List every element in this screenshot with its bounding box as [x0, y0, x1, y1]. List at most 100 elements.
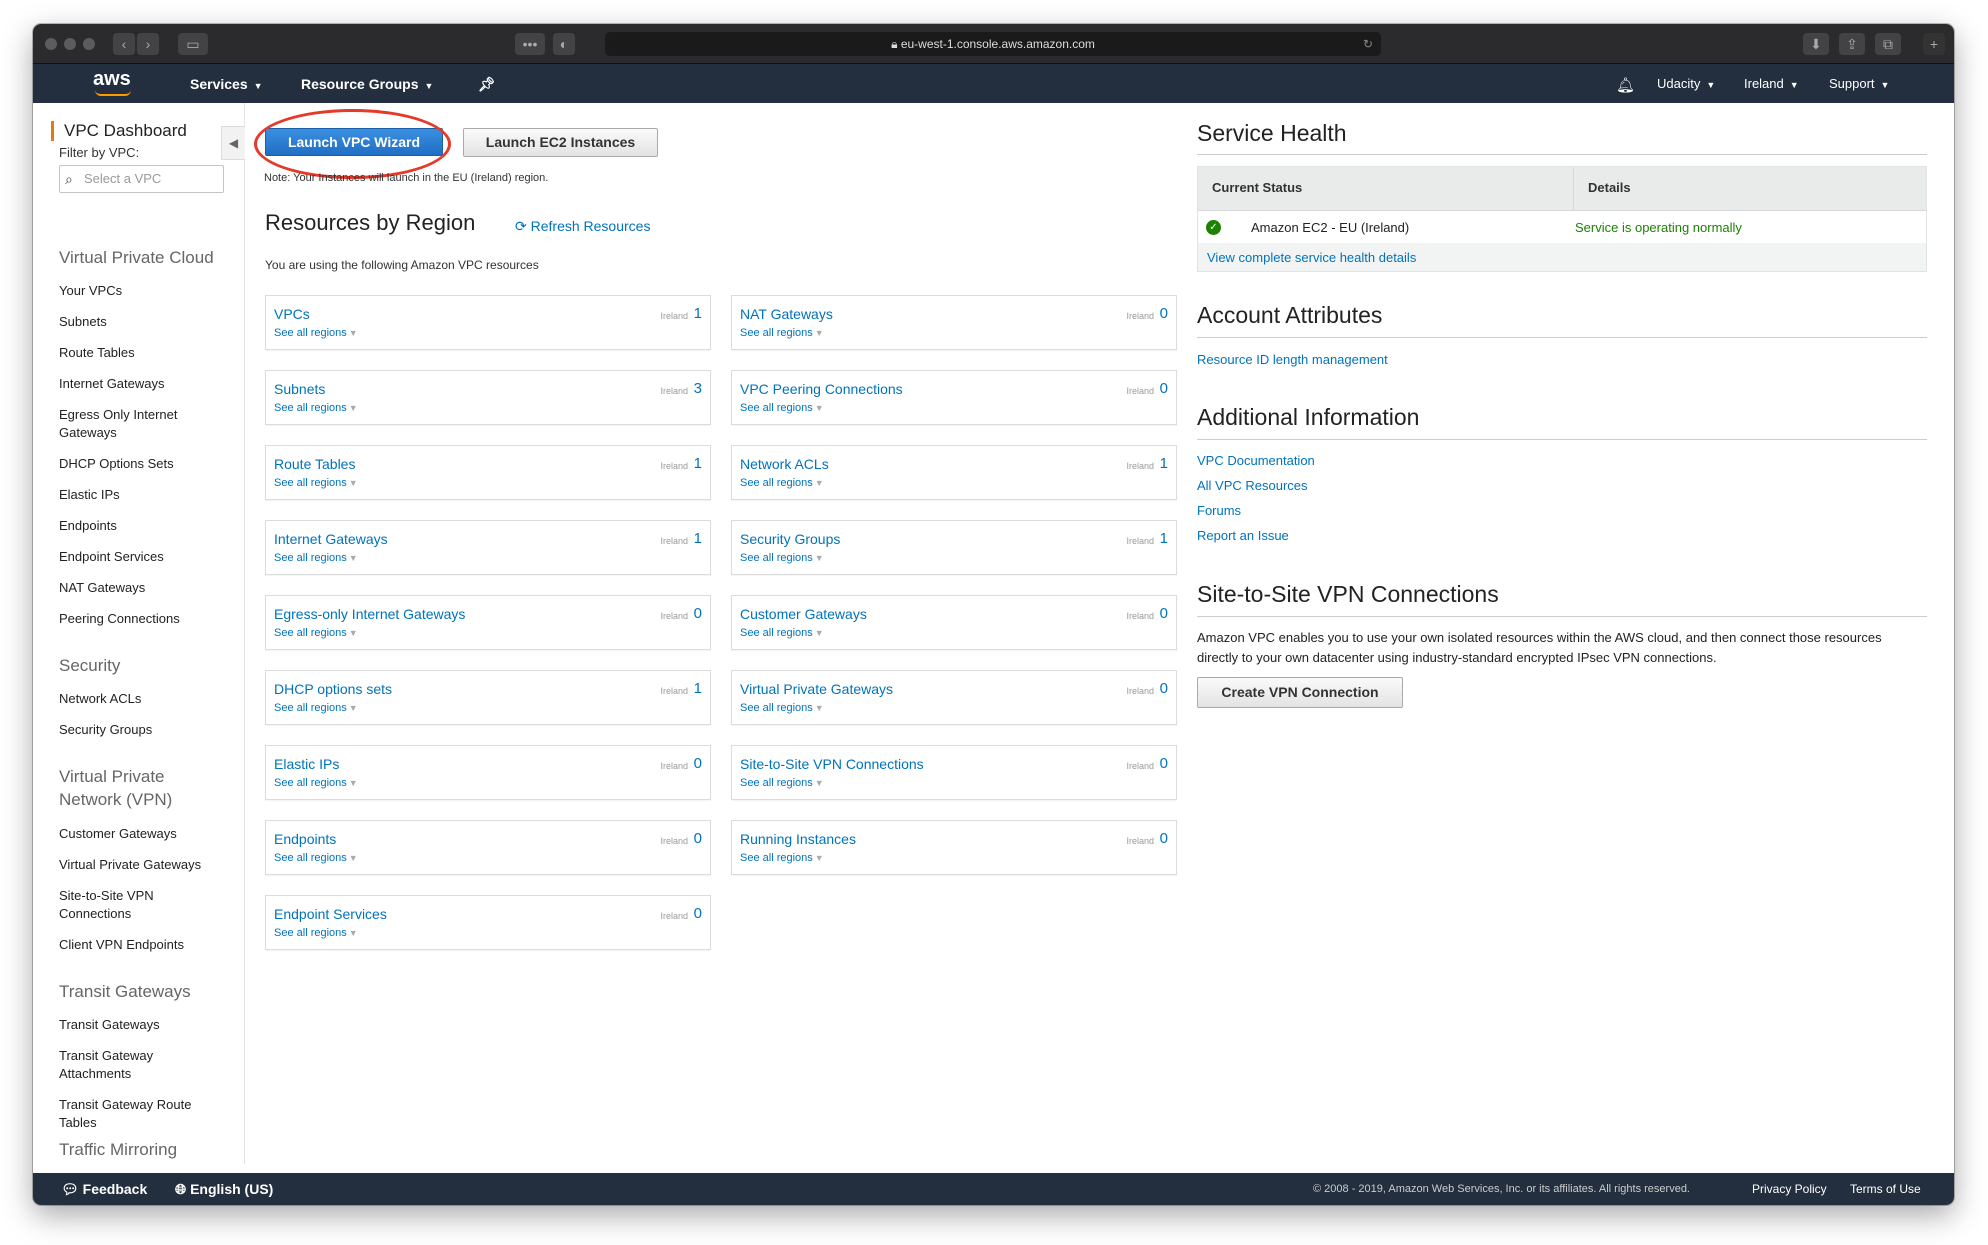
resource-count[interactable]: 0 — [694, 905, 702, 922]
resource-count[interactable]: 0 — [1160, 605, 1168, 622]
region-menu[interactable]: Ireland ▼ — [1744, 76, 1799, 91]
see-all-regions-link[interactable]: See all regions ▼ — [274, 777, 358, 789]
resource-name-link[interactable]: Site-to-Site VPN Connections — [740, 756, 924, 772]
resource-count[interactable]: 1 — [1160, 530, 1168, 547]
sidebar-toggle-icon[interactable]: ▭ — [178, 33, 208, 55]
create-vpn-connection-button[interactable]: Create VPN Connection — [1197, 677, 1403, 708]
privacy-policy-link[interactable]: Privacy Policy — [1752, 1182, 1827, 1196]
resource-count[interactable]: 1 — [694, 305, 702, 322]
sidebar-item-route-tables[interactable]: Route Tables — [59, 344, 229, 362]
launch-ec2-button[interactable]: Launch EC2 Instances — [463, 128, 658, 157]
sidebar-item-your-vpcs[interactable]: Your VPCs — [59, 282, 229, 300]
see-all-regions-link[interactable]: See all regions ▼ — [740, 627, 824, 639]
resource-name-link[interactable]: VPCs — [274, 306, 310, 322]
see-all-regions-link[interactable]: See all regions ▼ — [274, 402, 358, 414]
forward-icon[interactable]: › — [137, 33, 159, 55]
account-menu[interactable]: Udacity ▼ — [1657, 76, 1715, 91]
resource-name-link[interactable]: Route Tables — [274, 456, 355, 472]
address-bar[interactable]: 🔒︎ eu-west-1.console.aws.amazon.com ↻ — [605, 32, 1381, 56]
sidebar-item-egress-only-gateways[interactable]: Egress Only Internet Gateways — [59, 406, 229, 442]
resource-name-link[interactable]: Elastic IPs — [274, 756, 339, 772]
back-icon[interactable]: ‹ — [113, 33, 135, 55]
see-all-regions-link[interactable]: See all regions ▼ — [740, 852, 824, 864]
sidebar-title[interactable]: VPC Dashboard — [51, 121, 187, 141]
resource-name-link[interactable]: NAT Gateways — [740, 306, 833, 322]
see-all-regions-link[interactable]: See all regions ▼ — [274, 327, 358, 339]
close-window-button[interactable] — [45, 38, 57, 50]
resource-count[interactable]: 1 — [1160, 455, 1168, 472]
sidebar-item-elastic-ips[interactable]: Elastic IPs — [59, 486, 229, 504]
pin-icon[interactable]: 📌︎ — [478, 76, 496, 93]
see-all-regions-link[interactable]: See all regions ▼ — [274, 627, 358, 639]
sidebar-item-network-acls[interactable]: Network ACLs — [59, 690, 229, 708]
support-menu[interactable]: Support ▼ — [1829, 76, 1889, 91]
resource-count[interactable]: 0 — [1160, 380, 1168, 397]
tabs-overview-icon[interactable]: ⧉ — [1875, 33, 1901, 55]
refresh-resources-link[interactable]: ⟳ Refresh Resources — [515, 218, 650, 235]
sidebar-item-endpoints[interactable]: Endpoints — [59, 517, 229, 535]
sidebar-item-internet-gateways[interactable]: Internet Gateways — [59, 375, 229, 393]
new-tab-icon[interactable]: + — [1923, 33, 1945, 55]
see-all-regions-link[interactable]: See all regions ▼ — [740, 702, 824, 714]
sidebar-item-customer-gateways[interactable]: Customer Gateways — [59, 825, 229, 843]
resource-id-link[interactable]: Resource ID length management — [1197, 352, 1388, 367]
terms-of-use-link[interactable]: Terms of Use — [1850, 1182, 1921, 1196]
privacy-shield-icon[interactable]: ◐ — [553, 33, 575, 55]
language-selector[interactable]: 🌐︎ English (US) — [175, 1181, 273, 1198]
aws-logo[interactable]: aws — [93, 68, 131, 91]
resource-count[interactable]: 0 — [1160, 680, 1168, 697]
resource-name-link[interactable]: Customer Gateways — [740, 606, 867, 622]
vpc-filter-select[interactable]: ⌕ Select a VPC — [59, 165, 224, 193]
vpc-documentation-link[interactable]: VPC Documentation — [1197, 453, 1315, 468]
sidebar-item-subnets[interactable]: Subnets — [59, 313, 229, 331]
resource-groups-menu[interactable]: Resource Groups ▼ — [301, 76, 433, 92]
report-issue-link[interactable]: Report an Issue — [1197, 528, 1289, 543]
collapse-sidebar-icon[interactable]: ◀ — [221, 126, 245, 160]
resource-name-link[interactable]: Security Groups — [740, 531, 840, 547]
resource-count[interactable]: 1 — [694, 530, 702, 547]
share-icon[interactable]: ⇪ — [1839, 33, 1865, 55]
see-all-regions-link[interactable]: See all regions ▼ — [274, 477, 358, 489]
sidebar-item-site-to-site-vpn[interactable]: Site-to-Site VPN Connections — [59, 887, 189, 923]
sidebar-item-client-vpn-endpoints[interactable]: Client VPN Endpoints — [59, 936, 229, 954]
see-all-regions-link[interactable]: See all regions ▼ — [740, 552, 824, 564]
resource-count[interactable]: 0 — [1160, 755, 1168, 772]
sidebar-item-peering-connections[interactable]: Peering Connections — [59, 610, 229, 628]
see-all-regions-link[interactable]: See all regions ▼ — [740, 477, 824, 489]
see-all-regions-link[interactable]: See all regions ▼ — [274, 702, 358, 714]
resource-name-link[interactable]: Virtual Private Gateways — [740, 681, 893, 697]
bell-icon[interactable]: 🔔︎ — [1616, 76, 1635, 94]
resource-count[interactable]: 0 — [1160, 305, 1168, 322]
see-all-regions-link[interactable]: See all regions ▼ — [740, 327, 824, 339]
feedback-button[interactable]: 💬︎ Feedback — [61, 1181, 147, 1198]
resource-count[interactable]: 0 — [694, 605, 702, 622]
forums-link[interactable]: Forums — [1197, 503, 1241, 518]
see-all-regions-link[interactable]: See all regions ▼ — [740, 777, 824, 789]
sidebar-item-virtual-private-gateways[interactable]: Virtual Private Gateways — [59, 856, 229, 874]
sidebar-item-tgw-attachments[interactable]: Transit Gateway Attachments — [59, 1047, 189, 1083]
zoom-window-button[interactable] — [83, 38, 95, 50]
downloads-icon[interactable]: ⬇ — [1803, 33, 1829, 55]
more-dots-icon[interactable]: ••• — [515, 33, 545, 55]
resource-name-link[interactable]: Endpoints — [274, 831, 336, 847]
resource-count[interactable]: 0 — [1160, 830, 1168, 847]
see-all-regions-link[interactable]: See all regions ▼ — [274, 927, 358, 939]
resource-name-link[interactable]: DHCP options sets — [274, 681, 392, 697]
see-all-regions-link[interactable]: See all regions ▼ — [274, 852, 358, 864]
resource-name-link[interactable]: Subnets — [274, 381, 325, 397]
resource-name-link[interactable]: Network ACLs — [740, 456, 829, 472]
sidebar-item-tgw-route-tables[interactable]: Transit Gateway Route Tables — [59, 1096, 209, 1132]
service-health-details-link[interactable]: View complete service health details — [1207, 250, 1416, 265]
reload-icon[interactable]: ↻ — [1363, 32, 1373, 56]
minimize-window-button[interactable] — [64, 38, 76, 50]
resource-count[interactable]: 0 — [694, 830, 702, 847]
resource-count[interactable]: 1 — [694, 455, 702, 472]
resource-count[interactable]: 3 — [694, 380, 702, 397]
all-vpc-resources-link[interactable]: All VPC Resources — [1197, 478, 1308, 493]
sidebar-item-security-groups[interactable]: Security Groups — [59, 721, 229, 739]
see-all-regions-link[interactable]: See all regions ▼ — [740, 402, 824, 414]
resource-name-link[interactable]: Endpoint Services — [274, 906, 387, 922]
resource-count[interactable]: 1 — [694, 680, 702, 697]
resource-name-link[interactable]: VPC Peering Connections — [740, 381, 903, 397]
resource-name-link[interactable]: Internet Gateways — [274, 531, 388, 547]
